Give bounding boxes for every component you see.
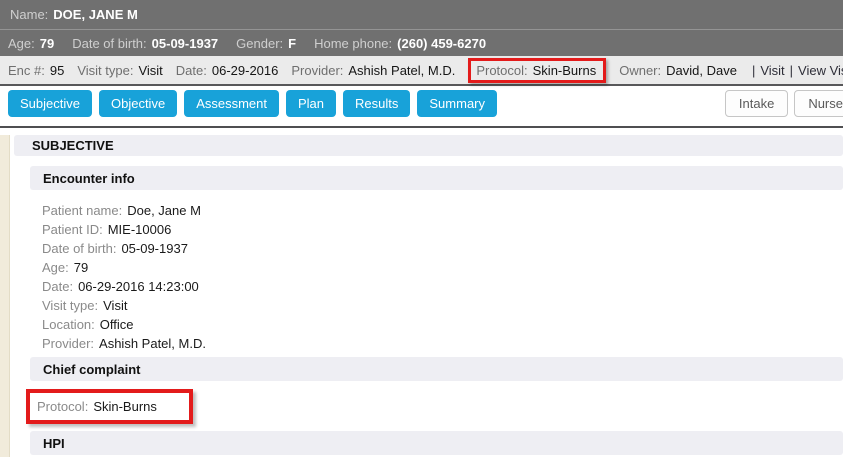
nurse-button[interactable]: Nurse bbox=[794, 90, 843, 117]
chief-protocol-annotation-box: Protocol: Skin-Burns bbox=[26, 389, 193, 424]
intake-button[interactable]: Intake bbox=[725, 90, 788, 117]
role-buttons: Intake Nurse bbox=[725, 90, 843, 117]
encounter-bar: Enc #: 95 Visit type: Visit Date: 06-29-… bbox=[0, 56, 843, 86]
home-phone-field: Home phone: (260) 459-6270 bbox=[314, 36, 486, 51]
tab-objective[interactable]: Objective bbox=[99, 90, 177, 117]
enc-number-field: Enc #: 95 bbox=[8, 63, 64, 78]
chief-protocol-value: Skin-Burns bbox=[93, 399, 157, 414]
visit-link[interactable]: Visit bbox=[760, 63, 784, 78]
detail-row-age: Age: 79 bbox=[42, 258, 843, 277]
tab-plan[interactable]: Plan bbox=[286, 90, 336, 117]
pipe-separator: | bbox=[752, 63, 755, 78]
patient-name-value: DOE, JANE M bbox=[53, 7, 138, 22]
protocol-value: Skin-Burns bbox=[533, 63, 597, 78]
encounter-info-header: Encounter info bbox=[30, 166, 843, 190]
tab-summary[interactable]: Summary bbox=[417, 90, 497, 117]
detail-row-visit-type: Visit type: Visit bbox=[42, 296, 843, 315]
detail-row-patient-name: Patient name: Doe, Jane M bbox=[42, 201, 843, 220]
chief-complaint-header: Chief complaint bbox=[30, 357, 843, 381]
detail-row-patient-id: Patient ID: MIE-10006 bbox=[42, 220, 843, 239]
detail-row-provider: Provider: Ashish Patel, M.D. bbox=[42, 334, 843, 353]
encounter-info-details: Patient name: Doe, Jane M Patient ID: MI… bbox=[42, 201, 843, 353]
demographics-bar: Age: 79 Date of birth: 05-09-1937 Gender… bbox=[0, 29, 843, 56]
protocol-label: Protocol: bbox=[476, 63, 527, 78]
provider-field: Provider: Ashish Patel, M.D. bbox=[291, 63, 455, 78]
protocol-annotation-box: Protocol: Skin-Burns bbox=[468, 58, 606, 83]
age-field: Age: 79 bbox=[8, 36, 54, 51]
tab-bar: Subjective Objective Assessment Plan Res… bbox=[0, 86, 843, 128]
detail-row-date: Date: 06-29-2016 14:23:00 bbox=[42, 277, 843, 296]
note-content: SUBJECTIVE Encounter info Patient name: … bbox=[0, 135, 843, 457]
note-section-tabs: Subjective Objective Assessment Plan Res… bbox=[8, 90, 497, 117]
hpi-section-header: HPI bbox=[30, 431, 843, 455]
visit-type-field: Visit type: Visit bbox=[77, 63, 162, 78]
subjective-section-header: SUBJECTIVE bbox=[14, 135, 843, 156]
encounter-links: | Visit | View Visit | bbox=[752, 63, 843, 78]
tab-subjective[interactable]: Subjective bbox=[8, 90, 92, 117]
owner-field: Owner: David, Dave bbox=[619, 63, 737, 78]
patient-name-bar: Name: DOE, JANE M bbox=[0, 0, 843, 29]
gender-field: Gender: F bbox=[236, 36, 296, 51]
tab-results[interactable]: Results bbox=[343, 90, 410, 117]
patient-name-label: Name: bbox=[10, 7, 48, 22]
pipe-separator: | bbox=[790, 63, 793, 78]
tab-assessment[interactable]: Assessment bbox=[184, 90, 279, 117]
view-visit-link[interactable]: View Visit bbox=[798, 63, 843, 78]
enc-date-field: Date: 06-29-2016 bbox=[176, 63, 279, 78]
chief-protocol-label: Protocol: bbox=[37, 399, 88, 414]
detail-row-location: Location: Office bbox=[42, 315, 843, 334]
dob-field: Date of birth: 05-09-1937 bbox=[72, 36, 218, 51]
left-margin-strip bbox=[0, 135, 10, 457]
detail-row-dob: Date of birth: 05-09-1937 bbox=[42, 239, 843, 258]
